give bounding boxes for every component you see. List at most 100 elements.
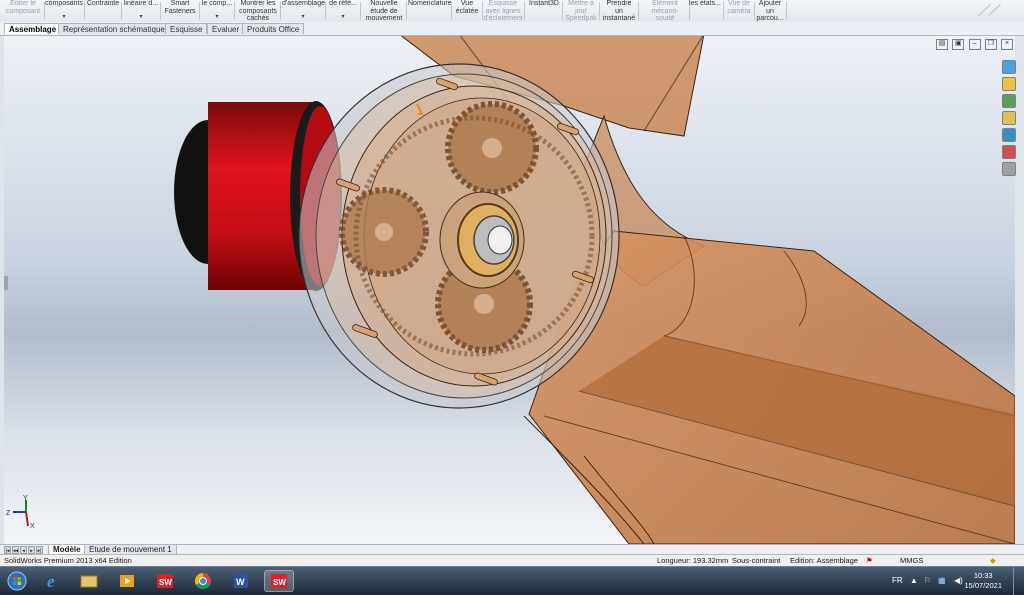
ribbon-separator [451, 2, 452, 20]
ribbon-separator [121, 2, 122, 20]
feature-tree-collapse-handle[interactable] [4, 276, 8, 290]
restore-view-icon[interactable]: ▣ [952, 39, 965, 50]
ribbon-explode-line-sketch-button[interactable]: Esquisse avec lignes d'éclatement [483, 0, 523, 22]
split-view-icon[interactable]: ▤ [936, 39, 949, 50]
ribbon-separator [199, 2, 200, 20]
ribbon-separator [360, 2, 361, 20]
ribbon-edit-component-button[interactable]: Editer le composant [3, 0, 43, 22]
view-palette-icon[interactable] [1002, 111, 1016, 125]
tab-assembly[interactable]: Assemblage [4, 23, 62, 34]
chrome-icon[interactable] [188, 570, 218, 592]
internet-explorer-icon[interactable]: e [38, 570, 68, 592]
minimize-view-icon[interactable]: – [968, 39, 981, 50]
chevron-down-icon[interactable]: ▾ [301, 14, 304, 22]
next-icon[interactable]: ▸ [28, 546, 35, 554]
ribbon-smart-fasteners-button[interactable]: Smart Fasteners [162, 0, 198, 22]
chevron-down-icon[interactable]: ▾ [139, 14, 142, 22]
ribbon-separator [280, 2, 281, 20]
ribbon-states-button[interactable]: les états... [688, 0, 722, 22]
first-tab-icon[interactable]: |◂ [4, 546, 11, 554]
chevron-down-icon[interactable]: ▾ [341, 14, 344, 22]
command-manager-tabs: Assemblage Représentation schématique Esqu… [0, 22, 1024, 36]
show-hidden-icons-icon[interactable]: ▲ [910, 576, 918, 585]
clock[interactable]: 10:33 15/07/2021 [964, 571, 1002, 591]
tab-schematic[interactable]: Représentation schématique [58, 23, 170, 34]
ribbon-separator [599, 2, 600, 20]
ribbon-bill-of-materials-label: Nomenclature [408, 0, 452, 7]
ribbon-exploded-view-label: Vue éclatée [455, 0, 479, 15]
media-player-icon[interactable] [112, 570, 142, 592]
prev-icon[interactable]: ◂ [20, 546, 27, 554]
ribbon-linear-pattern-button[interactable]: linéaire d... ▾ [123, 0, 159, 22]
tile-view-icon[interactable]: ❐ [984, 39, 997, 50]
ribbon-insert-components-button[interactable]: composants ▾ [45, 0, 83, 22]
ribbon-assembly-features-button[interactable]: d'assemblage ▾ [282, 0, 325, 22]
assembly-3d-model[interactable] [4, 36, 1015, 544]
ribbon-insert-components-label: composants [45, 0, 83, 7]
show-desktop-button[interactable] [1013, 567, 1024, 595]
chevron-down-icon[interactable]: ▾ [62, 14, 65, 22]
ribbon-weldment-element-button[interactable]: Elément mécano-soudé [642, 0, 688, 22]
start-button[interactable] [2, 570, 32, 592]
svg-text:W: W [236, 577, 245, 587]
design-library-icon[interactable] [1002, 77, 1016, 91]
solidworks-resources-icon[interactable] [1002, 60, 1016, 74]
ribbon-separator [325, 2, 326, 20]
svg-text:SW: SW [273, 578, 286, 587]
viewport-window-controls: ▤ ▣ – ❐ × [934, 38, 1013, 50]
task-pane [1001, 58, 1017, 176]
last-tab-icon[interactable]: ▸| [36, 546, 43, 554]
ribbon-separator [84, 2, 85, 20]
forum-icon[interactable] [1002, 162, 1016, 176]
ribbon-show-hidden-components-button[interactable]: Montrer les composants cachés [237, 0, 279, 22]
triad-y-label: Y [23, 495, 28, 502]
ribbon-assembly-features-label: d'assemblage [282, 0, 325, 7]
solidworks-active-taskbar-icon[interactable]: SW [264, 570, 294, 592]
ribbon-states-label: les états... [689, 0, 721, 7]
ribbon-add-walkthrough-label: Ajouter un parcou... [756, 0, 784, 22]
graphics-area[interactable]: Y Z X ▤ ▣ – ❐ × [4, 36, 1015, 544]
ribbon-separator [562, 2, 563, 20]
ribbon-update-speedpak-button[interactable]: Mettre à jour Speedpak [564, 0, 598, 22]
tab-sketch[interactable]: Esquisse [165, 23, 208, 34]
action-center-icon[interactable]: ⚐ [924, 576, 931, 585]
ribbon-exploded-view-button[interactable]: Vue éclatée [453, 0, 481, 22]
planet-gear-top [445, 101, 539, 195]
ribbon-move-component-button[interactable]: le comp... ▾ [201, 0, 233, 22]
ribbon-add-walkthrough-button[interactable]: Ajouter un parcou... [755, 0, 785, 22]
appearances-icon[interactable] [1002, 128, 1016, 142]
ribbon-new-motion-study-button[interactable]: Nouvelle étude de mouvement [363, 0, 405, 22]
command-manager-ribbon: Editer le composant composants ▾ Contrainte… [0, 0, 1024, 23]
ribbon-smart-fasteners-label: Smart Fasteners [164, 0, 196, 15]
ribbon-mate-button[interactable]: Contrainte [86, 0, 120, 22]
close-view-icon[interactable]: × [1001, 39, 1013, 50]
triad-z-label: Z [6, 510, 11, 517]
ribbon-linear-pattern-label: linéaire d... [123, 0, 159, 7]
word-icon[interactable]: W [226, 570, 256, 592]
ribbon-camera-view-button[interactable]: Vue de caméra [725, 0, 753, 22]
volume-icon[interactable]: ◀) [954, 576, 963, 585]
ribbon-separator [786, 2, 787, 20]
tab-office-products[interactable]: Produits Office [242, 23, 305, 34]
chevron-down-icon[interactable]: ▾ [215, 14, 218, 22]
file-explorer-taskbar-icon[interactable] [74, 570, 104, 592]
tab-evaluate[interactable]: Evaluer [207, 23, 245, 34]
triad-x-label: X [30, 523, 35, 530]
prev-tab-icon[interactable]: ◂◂ [12, 546, 19, 554]
shaft-end [487, 225, 513, 255]
svg-text:e: e [47, 572, 55, 591]
file-explorer-icon[interactable] [1002, 94, 1016, 108]
ribbon-reference-geometry-button[interactable]: de réfé... ▾ [327, 0, 359, 22]
solidworks-taskbar-icon[interactable]: SW [150, 570, 180, 592]
custom-properties-icon[interactable] [1002, 145, 1016, 159]
language-indicator[interactable]: FR [892, 576, 903, 585]
svg-text:SW: SW [159, 578, 172, 587]
ribbon-instant3d-button[interactable]: Instant3D [527, 0, 561, 22]
ribbon-new-motion-study-label: Nouvelle étude de mouvement [365, 0, 403, 22]
ribbon-take-snapshot-button[interactable]: Prendre un instantané [601, 0, 637, 22]
ribbon-separator [406, 2, 407, 20]
ribbon-bill-of-materials-button[interactable]: Nomenclature [408, 0, 452, 22]
network-icon[interactable]: ▦ [938, 576, 946, 585]
ribbon-separator [234, 2, 235, 20]
ribbon-separator [638, 2, 639, 20]
